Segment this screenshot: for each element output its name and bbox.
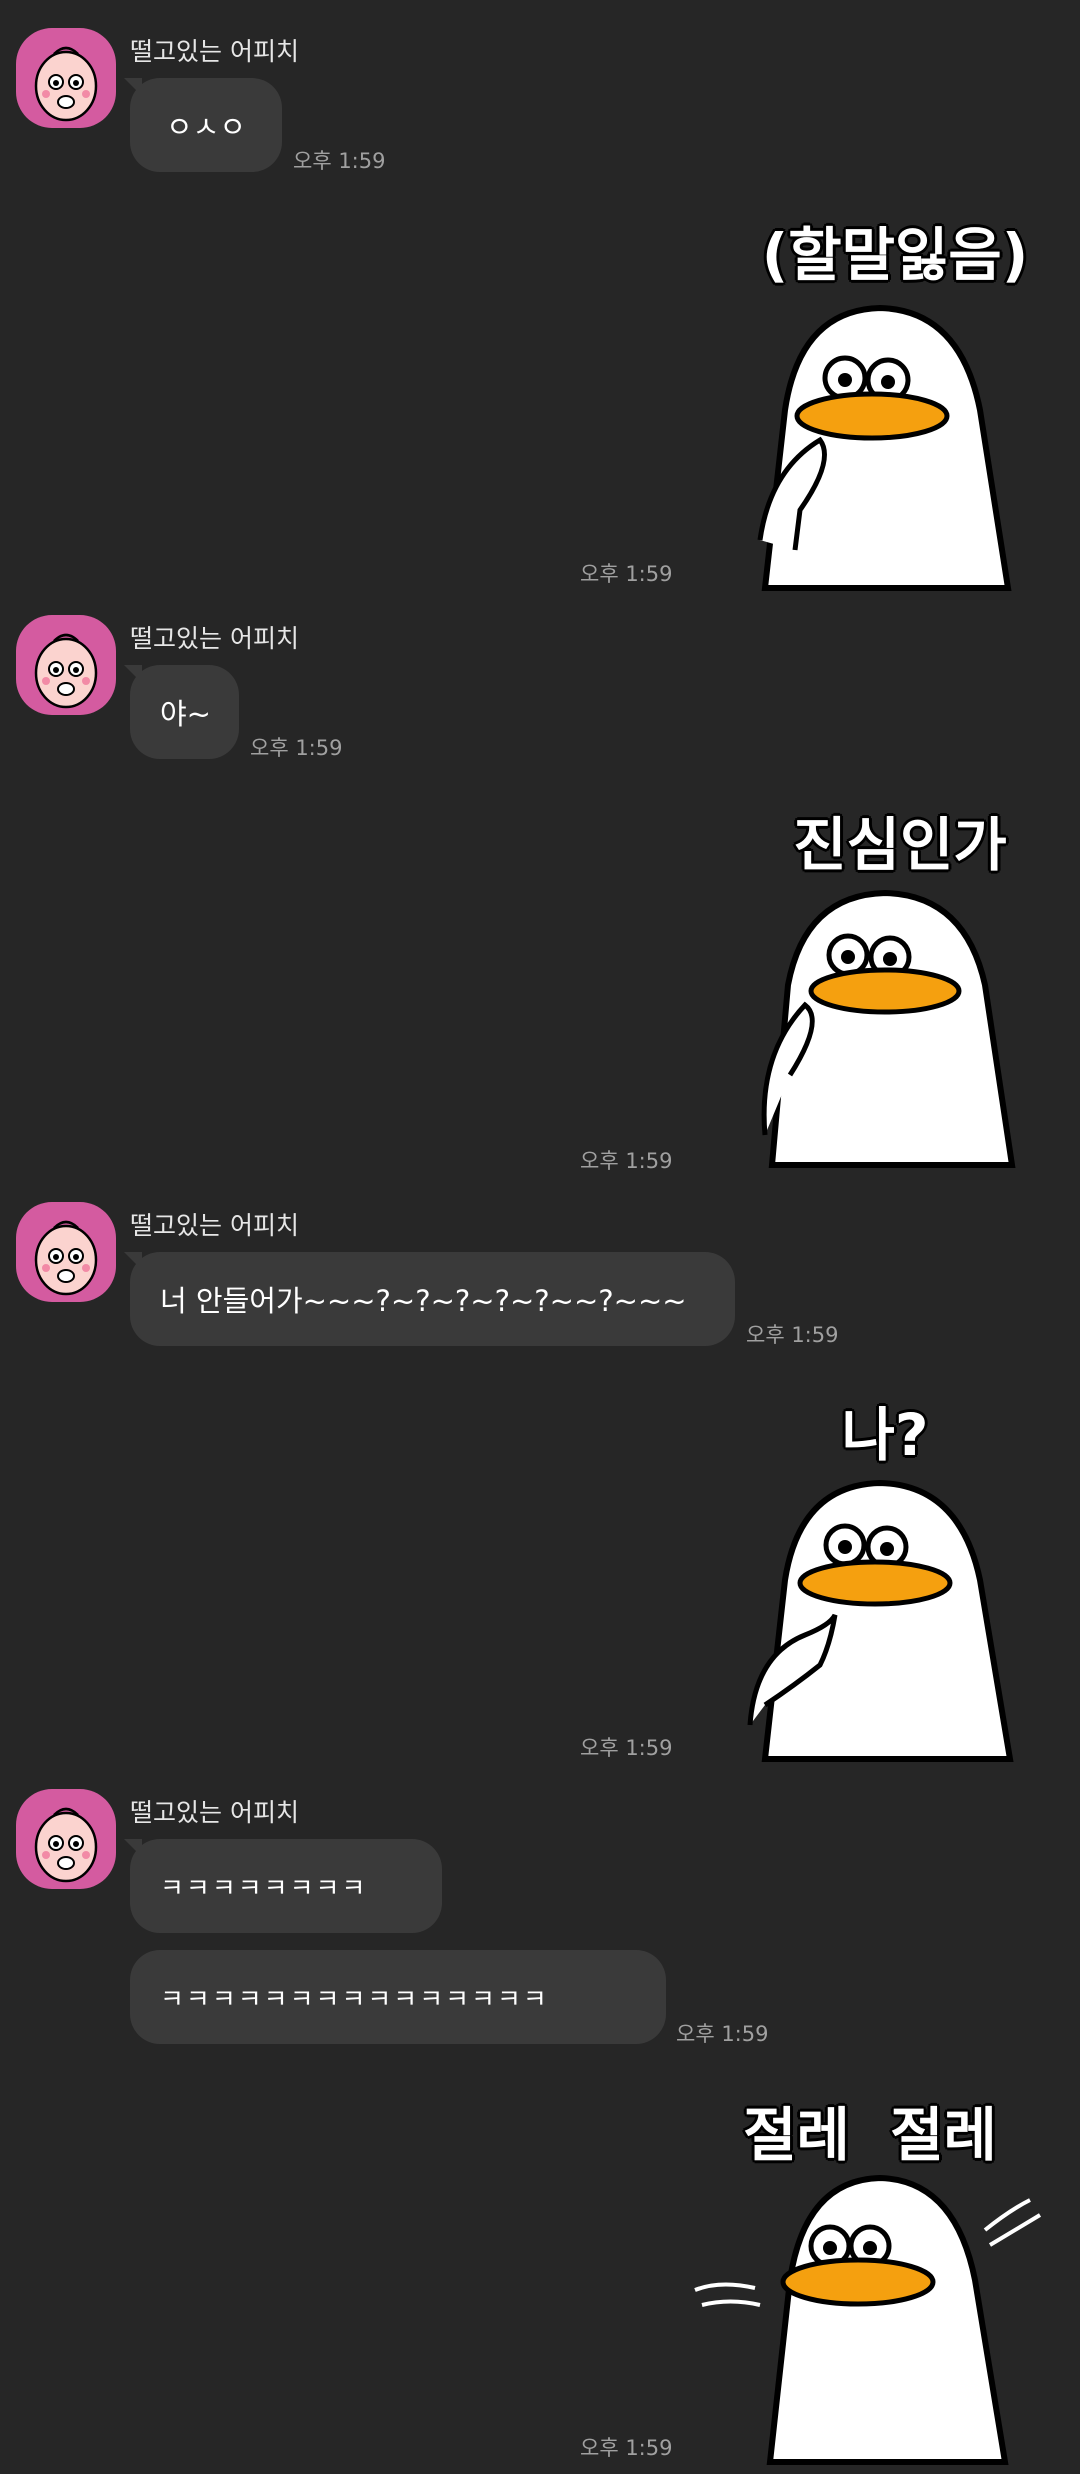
sticker-message[interactable]: 나?	[735, 1380, 1035, 1765]
message-time: 오후 1:59	[580, 1149, 673, 1173]
sticker-caption: 절레 절레	[743, 2101, 997, 2169]
duck-sticker-icon	[757, 304, 1012, 591]
sender-name: 떨고있는 어피치	[130, 37, 299, 66]
sticker-message[interactable]: 절레 절레	[690, 2080, 1050, 2470]
message-time: 오후 1:59	[746, 1323, 839, 1347]
message-time: 오후 1:59	[580, 2436, 673, 2460]
peach-avatar-icon	[34, 46, 98, 122]
sender-name: 떨고있는 어피치	[130, 1798, 299, 1827]
sender-avatar[interactable]	[16, 28, 116, 128]
sticker-caption: 나?	[841, 1401, 929, 1469]
message-time: 오후 1:59	[580, 1736, 673, 1760]
message-time: 오후 1:59	[580, 562, 673, 586]
message-bubble[interactable]: ㅇㅅㅇ	[124, 78, 282, 172]
sticker-message[interactable]: (할말잃음)	[740, 200, 1050, 591]
duck-sticker-icon	[761, 889, 1016, 1168]
sender-avatar[interactable]	[16, 1789, 116, 1889]
sender-name: 떨고있는 어피치	[130, 624, 299, 653]
peach-avatar-icon	[34, 1807, 98, 1883]
peach-avatar-icon	[34, 1220, 98, 1296]
message-time: 오후 1:59	[676, 2022, 769, 2046]
duck-sticker-icon	[747, 1479, 1014, 1762]
message-time: 오후 1:59	[293, 149, 386, 173]
sender-avatar[interactable]	[16, 615, 116, 715]
sticker-message[interactable]: 진심인가	[750, 790, 1050, 1175]
message-bubble[interactable]: 야~	[124, 665, 239, 759]
sticker-caption: (할말잃음)	[761, 221, 1029, 289]
message-bubble[interactable]: ㅋㅋㅋㅋㅋㅋㅋㅋ	[124, 1839, 442, 1933]
sticker-caption: 진심인가	[793, 811, 1007, 879]
message-time: 오후 1:59	[250, 736, 343, 760]
duck-sticker-icon	[694, 2174, 1042, 2465]
sender-name: 떨고있는 어피치	[130, 1211, 299, 1240]
message-bubble[interactable]: 너 안들어가~~~?~?~?~?~?~~?~~~	[124, 1252, 735, 1346]
sender-avatar[interactable]	[16, 1202, 116, 1302]
message-bubble[interactable]: ㅋㅋㅋㅋㅋㅋㅋㅋㅋㅋㅋㅋㅋㅋㅋ	[130, 1950, 666, 2044]
peach-avatar-icon	[34, 633, 98, 709]
